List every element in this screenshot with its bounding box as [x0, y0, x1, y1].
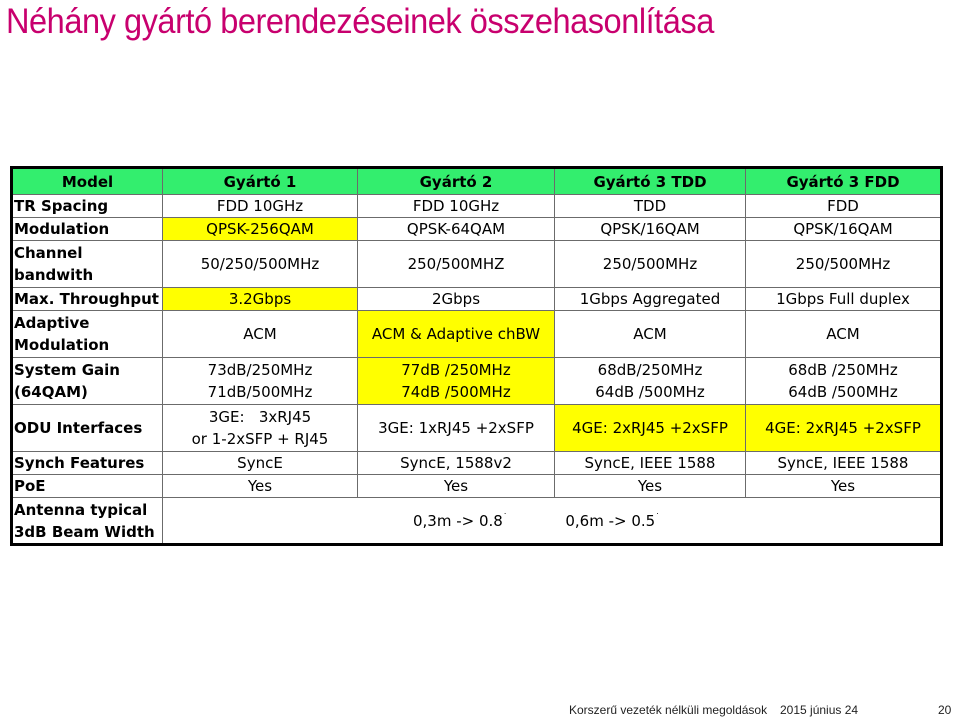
footer-course: Korszerű vezeték nélküli megoldások [569, 703, 768, 717]
table-row-system-gain: System Gain (64QAM) 73dB/250MHz 71dB/500MH… [11, 357, 942, 405]
row-label-line: Antenna typical [14, 500, 148, 519]
table-cell: Yes [162, 474, 358, 498]
cell-line: 64dB /500MHz [788, 383, 898, 401]
footer-page-number: 20 [938, 703, 952, 717]
table-row-channel-bandwidth: Channel bandwith 50/250/500MHz 250/500MHZ… [11, 240, 942, 288]
table-cell: SyncE, 1588v2 [357, 451, 555, 475]
slide-title: Néhány gyártó berendezéseinek összehason… [6, 2, 714, 41]
table-cell-highlighted: 3.2Gbps [162, 287, 358, 311]
row-label-line: System Gain [14, 361, 120, 379]
footer-date: 2015 június 24 [780, 703, 859, 717]
table-row-max-throughput: Max. Throughput 3.2Gbps 2Gbps 1Gbps Aggr… [11, 287, 942, 311]
cell-line: 73dB/250MHz [207, 361, 313, 379]
row-label: ODU Interfaces [11, 404, 163, 452]
table-row-poe: PoE Yes Yes Yes Yes [11, 474, 942, 498]
table-cell: QPSK/16QAM [554, 217, 746, 241]
table-cell: FDD [745, 194, 942, 218]
header-row: Model Gyártó 1 Gyártó 2 Gyártó 3 TDD Gyá… [11, 167, 942, 195]
table-cell: 3GE: 3xRJ45 or 1-2xSFP + RJ45 [162, 404, 358, 452]
antenna-value-1: 0,3m -> 0.8 [413, 511, 503, 530]
table-row-tr-spacing: TR Spacing FDD 10GHz FDD 10GHz TDD FDD [11, 194, 942, 218]
table-cell: SyncE [162, 451, 358, 475]
table-cell: 50/250/500MHz [162, 240, 358, 288]
row-label: Synch Features [11, 451, 163, 475]
cell-line: 3GE: 3xRJ45 [208, 408, 312, 426]
header-vendor-3-tdd: Gyártó 3 TDD [554, 167, 746, 195]
row-label-line: 3dB Beam Width [14, 522, 155, 541]
table-cell-highlighted: ACM & Adaptive chBW [357, 310, 555, 358]
row-label: Adaptive Modulation [11, 310, 163, 358]
table-cell: 2Gbps [357, 287, 555, 311]
row-label: PoE [11, 474, 163, 498]
row-label-line: Channel [14, 244, 83, 262]
row-label-line: bandwith [14, 266, 94, 284]
row-label: Channel bandwith [11, 240, 163, 288]
header-vendor-1: Gyártó 1 [162, 167, 358, 195]
degree-mark: ˙ [502, 512, 508, 523]
table-row-antenna-beam-width: Antenna typical 3dB Beam Width 0,3m -> 0.… [11, 497, 942, 545]
antenna-value-2: 0,6m -> 0.5 [565, 511, 656, 530]
row-label-line: Adaptive [14, 314, 90, 332]
table-cell: TDD [554, 194, 746, 218]
degree-mark: ˙ [655, 512, 660, 523]
table-cell: SyncE, IEEE 1588 [554, 451, 746, 475]
table-cell: Yes [745, 474, 942, 498]
row-label: System Gain (64QAM) [11, 357, 163, 405]
antenna-values-cell: 0,3m -> 0.8˙ 0,6m -> 0.5˙ [162, 497, 942, 545]
header-vendor-3-fdd: Gyártó 3 FDD [745, 167, 942, 195]
cell-line: 64dB /500MHz [595, 383, 705, 401]
table-cell: Yes [357, 474, 555, 498]
table-cell: QPSK/16QAM [745, 217, 942, 241]
table-cell: ACM [745, 310, 942, 358]
cell-line: 71dB/500MHz [207, 383, 313, 401]
table-cell-highlighted: 77dB /250MHz 74dB /500MHz [357, 357, 555, 405]
header-vendor-2: Gyártó 2 [357, 167, 555, 195]
table-cell: SyncE, IEEE 1588 [745, 451, 942, 475]
table-row-adaptive-modulation: Adaptive Modulation ACM ACM & Adaptive ch… [11, 310, 942, 358]
row-label: Modulation [11, 217, 163, 241]
table-cell: 68dB /250MHz 64dB /500MHz [745, 357, 942, 405]
cell-line: 68dB/250MHz [597, 361, 703, 379]
comparison-table: Model Gyártó 1 Gyártó 2 Gyártó 3 TDD Gyá… [10, 166, 943, 546]
table-cell-highlighted: 4GE: 2xRJ45 +2xSFP [554, 404, 746, 452]
row-label: Antenna typical 3dB Beam Width [11, 497, 163, 545]
cell-line: 74dB /500MHz [401, 383, 511, 401]
table-cell: QPSK-64QAM [357, 217, 555, 241]
table-row-odu-interfaces: ODU Interfaces 3GE: 3xRJ45 or 1-2xSFP + R… [11, 404, 942, 452]
table-cell: ACM [554, 310, 746, 358]
table-row-synch-features: Synch Features SyncE SyncE, 1588v2 SyncE… [11, 451, 942, 475]
table-cell: 250/500MHZ [357, 240, 555, 288]
row-label: TR Spacing [11, 194, 163, 218]
table-cell: 1Gbps Full duplex [745, 287, 942, 311]
table-row-modulation: Modulation QPSK-256QAM QPSK-64QAM QPSK/1… [11, 217, 942, 241]
row-label: Max. Throughput [11, 287, 163, 311]
table-cell-highlighted: 4GE: 2xRJ45 +2xSFP [745, 404, 942, 452]
table-cell: FDD 10GHz [357, 194, 555, 218]
table-cell: 68dB/250MHz 64dB /500MHz [554, 357, 746, 405]
table-cell-highlighted: QPSK-256QAM [162, 217, 358, 241]
table-cell: FDD 10GHz [162, 194, 358, 218]
table-cell: ACM [162, 310, 358, 358]
cell-line: 77dB /250MHz [401, 361, 511, 379]
table-cell: 250/500MHz [554, 240, 746, 288]
cell-line: or 1-2xSFP + RJ45 [191, 430, 329, 448]
row-label-line: Modulation [14, 336, 110, 354]
table-cell: 250/500MHz [745, 240, 942, 288]
table-cell: 73dB/250MHz 71dB/500MHz [162, 357, 358, 405]
table-cell: 3GE: 1xRJ45 +2xSFP [357, 404, 555, 452]
cell-line: 68dB /250MHz [788, 361, 898, 379]
row-label-line: (64QAM) [14, 383, 88, 401]
table-cell: Yes [554, 474, 746, 498]
header-model: Model [11, 167, 163, 195]
table-cell: 1Gbps Aggregated [554, 287, 746, 311]
